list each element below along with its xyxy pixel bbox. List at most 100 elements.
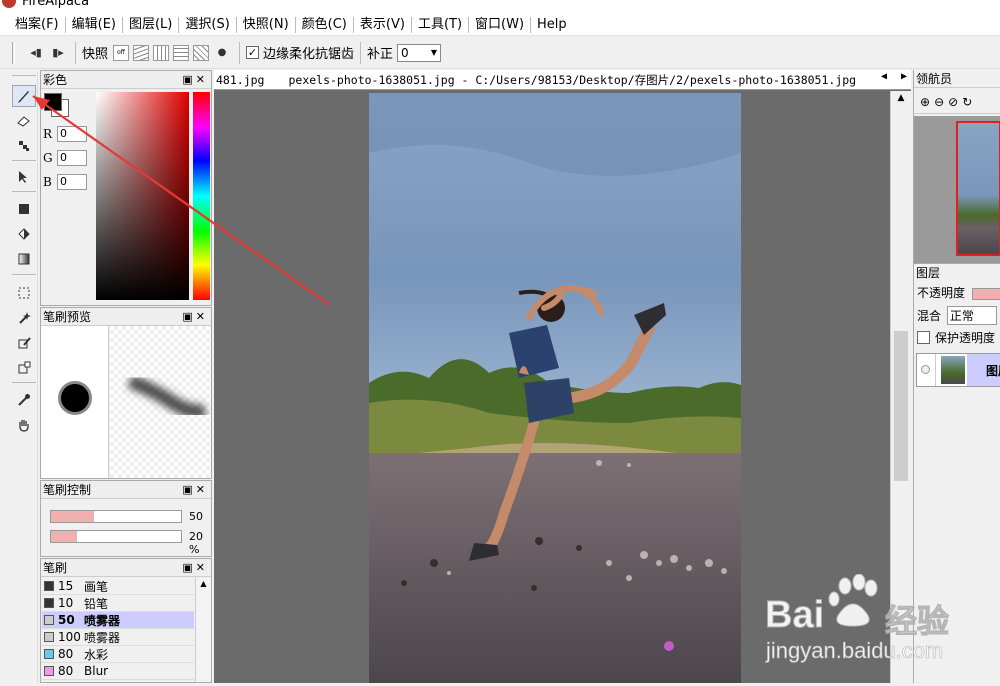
panel-float-close-icon[interactable]: ▣✕ (182, 73, 208, 86)
rotate-icon[interactable]: ↻ (962, 95, 972, 109)
brush-item[interactable]: 80 水彩 (42, 646, 194, 663)
move-tool-icon[interactable] (12, 166, 36, 188)
brush-size: 80 (58, 647, 74, 661)
toolbar: ◂▮ ▮▸ 快照 off ● ✓ 边缘柔化抗锯齿 补正 0 ▼ (0, 37, 1000, 69)
foreground-color-swatch[interactable] (44, 93, 62, 111)
panel-float-close-icon[interactable]: ▣✕ (182, 310, 208, 323)
brush-name: 喷雾器 (84, 613, 121, 628)
menu-layer[interactable]: 图层(L) (124, 15, 177, 35)
menu-view[interactable]: 表示(V) (355, 15, 410, 35)
layer-item[interactable]: 图层 (916, 353, 1000, 387)
tab-scroll-left-icon[interactable]: ◀ (881, 71, 887, 82)
menu-tools[interactable]: 工具(T) (413, 15, 467, 35)
magic-wand-tool-icon[interactable] (12, 307, 36, 329)
gradient-tool-icon[interactable] (12, 248, 36, 270)
bucket-tool-icon[interactable] (12, 223, 36, 245)
snap-radial-icon[interactable] (173, 44, 190, 61)
hand-tool-icon[interactable] (12, 414, 36, 436)
brush-item-selected[interactable]: 50 喷雾器 (42, 612, 194, 629)
menu-window[interactable]: 窗口(W) (470, 15, 529, 35)
g-input[interactable]: 0 (57, 150, 87, 166)
dropdown-arrow-icon: ▼ (430, 48, 438, 57)
pen-tool-icon[interactable] (12, 85, 36, 107)
menu-help[interactable]: Help (532, 15, 572, 35)
document-tab-bar: 481.jpg pexels-photo-1638051.jpg - C:/Us… (214, 70, 911, 90)
brush-name: 画笔 (84, 579, 109, 594)
snap-off-icon[interactable]: off (113, 44, 130, 61)
tool-strip (10, 72, 38, 683)
eraser-tool-icon[interactable] (12, 110, 36, 132)
menu-separator (64, 16, 66, 33)
toolbar-grip[interactable] (12, 41, 15, 64)
color-panel: 彩色 ▣✕ R 0 G 0 B 0 (40, 70, 212, 306)
brush-opacity-slider[interactable] (50, 530, 182, 543)
lasso-pen-tool-icon[interactable] (12, 332, 36, 354)
dot-tool-icon[interactable] (12, 135, 36, 157)
b-input[interactable]: 0 (57, 174, 87, 190)
prev-frame-icon[interactable]: ◂▮ (25, 42, 47, 64)
brush-item[interactable]: 100 喷雾器 (42, 629, 194, 646)
document-tab-prev[interactable]: 481.jpg (214, 73, 278, 87)
brush-size: 50 (58, 613, 75, 627)
scroll-up-icon[interactable]: ▲ (196, 578, 211, 590)
saturation-value-picker[interactable] (96, 92, 189, 300)
antialias-checkbox[interactable]: ✓ (246, 46, 260, 59)
brush-item[interactable]: 80 Blur (42, 663, 194, 680)
navigator-toolbar: ⊕ ⊖ ⊘ ↻ (914, 90, 1000, 114)
scroll-thumb[interactable] (894, 331, 908, 481)
protect-alpha-checkbox[interactable] (917, 331, 930, 344)
brush-size: 10 (58, 596, 74, 610)
zoom-out-icon[interactable]: ⊖ (934, 95, 944, 109)
correction-value: 0 (401, 45, 409, 60)
snap-label: 快照 (82, 47, 109, 62)
layers-title: 图层 (916, 266, 941, 280)
menu-snap[interactable]: 快照(N) (238, 15, 294, 35)
watermark-cn-text: 经验 (884, 602, 950, 641)
fill-rect-tool-icon[interactable] (12, 198, 36, 220)
brush-size: 100 (58, 630, 81, 644)
zoom-in-icon[interactable]: ⊕ (920, 95, 930, 109)
snap-perspective-icon[interactable] (193, 44, 210, 61)
brush-tip-dot (58, 381, 92, 415)
brush-item[interactable]: 10 铅笔 (42, 595, 194, 612)
brush-name: 喷雾器 (84, 630, 121, 645)
brush-list-scrollbar[interactable]: ▲ (195, 578, 211, 682)
menu-edit[interactable]: 编辑(E) (67, 15, 121, 35)
blend-mode-select[interactable]: 正常 (946, 306, 997, 325)
r-input[interactable]: 0 (57, 126, 87, 142)
menu-select[interactable]: 選択(S) (180, 15, 234, 35)
layer-opacity-slider[interactable] (971, 287, 1000, 300)
brush-item[interactable]: 15 画笔 (42, 578, 194, 595)
panel-float-close-icon[interactable]: ▣✕ (182, 483, 208, 496)
watermark-logo-text: Bai (764, 594, 825, 637)
select-eraser-tool-icon[interactable] (12, 357, 36, 379)
canvas-image[interactable] (369, 93, 741, 683)
navigator-viewport-frame[interactable] (956, 121, 1000, 256)
brush-color-icon (44, 598, 54, 608)
hue-slider[interactable] (193, 92, 210, 300)
snap-grid-icon[interactable] (153, 44, 170, 61)
brush-opacity-fill (51, 531, 77, 542)
select-tool-icon[interactable] (12, 282, 36, 304)
snap-parallel-icon[interactable] (133, 44, 150, 61)
layer-name[interactable]: 图层 (967, 354, 1000, 386)
brush-color-icon (44, 666, 54, 676)
menu-color[interactable]: 颜色(C) (297, 15, 352, 35)
brush-size-slider[interactable] (50, 510, 182, 523)
layer-visibility-icon[interactable] (921, 365, 930, 374)
document-tab-active[interactable]: pexels-photo-1638051.jpg - C:/Users/9815… (278, 72, 856, 88)
snap-circle-icon[interactable]: ● (211, 42, 233, 64)
antialias-label: 边缘柔化抗锯齿 (263, 47, 355, 62)
brush-preview-title: 笔刷预览 (43, 310, 92, 324)
menu-file[interactable]: 档案(F) (10, 15, 64, 35)
zoom-fit-icon[interactable]: ⊘ (948, 95, 958, 109)
menu-separator (235, 16, 237, 33)
panel-header: 笔刷 ▣✕ (41, 559, 211, 577)
scroll-up-icon[interactable]: ▲ (891, 91, 911, 105)
correction-select[interactable]: 0 ▼ (397, 43, 442, 62)
eyedropper-tool-icon[interactable] (12, 389, 36, 411)
navigator-preview[interactable] (914, 116, 1000, 264)
tab-scroll-right-icon[interactable]: ▶ (901, 71, 907, 82)
panel-float-close-icon[interactable]: ▣✕ (182, 561, 208, 574)
next-frame-icon[interactable]: ▮▸ (47, 42, 69, 64)
